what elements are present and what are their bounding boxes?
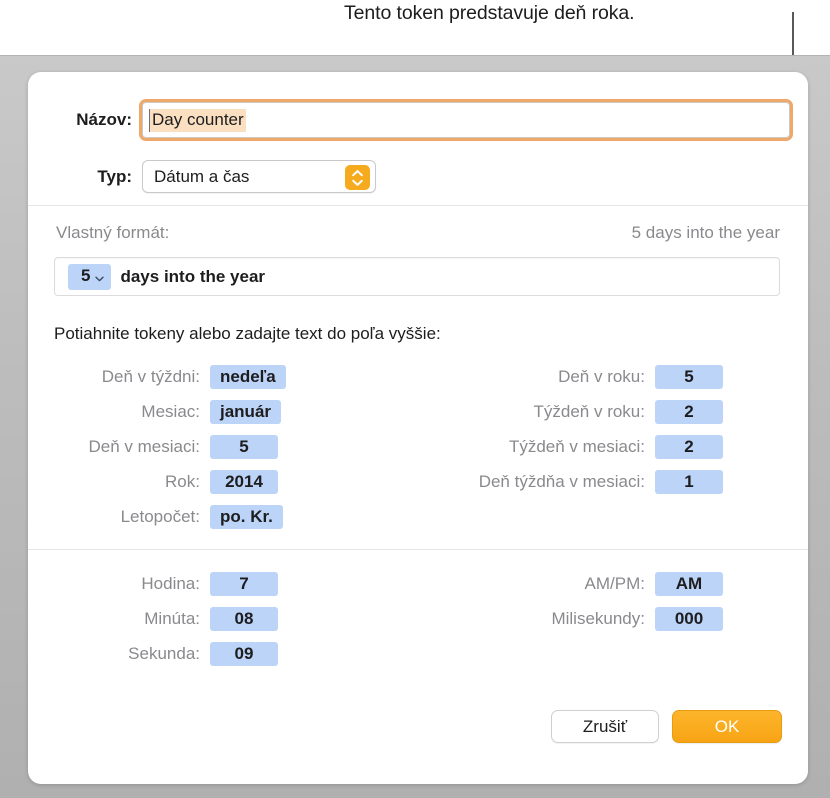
name-input[interactable]: Day counter xyxy=(142,102,790,138)
type-popup-button[interactable]: Dátum a čas xyxy=(142,160,376,193)
token-row-milliseconds: Milisekundy: 000 xyxy=(180,606,723,632)
token-row-week-of-month: Týždeň v mesiaci: 2 xyxy=(180,434,723,460)
token-row-am-pm: AM/PM: AM xyxy=(180,571,723,597)
custom-format-header: Vlastný formát: 5 days into the year xyxy=(56,223,780,243)
token-label-week-of-year: Týždeň v roku: xyxy=(533,402,646,421)
up-down-chevron-icon[interactable] xyxy=(345,165,370,190)
token-label-week-of-month: Týždeň v mesiaci: xyxy=(508,437,645,456)
type-field-row: Typ: Dátum a čas xyxy=(28,160,808,193)
cancel-button[interactable]: Zrušiť xyxy=(551,710,659,743)
separator-bottom xyxy=(28,549,808,550)
token-row-weekday-of-month: Deň týždňa v mesiaci: 1 xyxy=(180,469,723,495)
name-input-value: Day counter xyxy=(149,108,246,132)
drag-tokens-hint: Potiahnite tokeny alebo zadajte text do … xyxy=(54,324,441,343)
token-chip-era[interactable]: po. Kr. xyxy=(210,505,283,529)
token-row-second: Sekunda: 09 xyxy=(28,641,278,667)
callout-annotation-text: Tento token predstavuje deň roka. xyxy=(344,2,635,24)
custom-format-dialog: Názov: Day counter Typ: Dátum a čas Vlas… xyxy=(28,72,808,784)
custom-format-preview: 5 days into the year xyxy=(631,223,780,242)
screenshot-root: Tento token predstavuje deň roka. Názov:… xyxy=(0,0,830,798)
token-chip-milliseconds[interactable]: 000 xyxy=(655,607,723,631)
token-chip-week-of-month[interactable]: 2 xyxy=(655,435,723,459)
token-label-am-pm: AM/PM: xyxy=(584,574,645,593)
format-static-text: days into the year xyxy=(120,266,266,286)
token-row-day-of-year: Deň v roku: 5 xyxy=(180,364,723,390)
token-label-weekday-of-month: Deň týždňa v mesiaci: xyxy=(478,472,645,491)
token-label-day-of-year: Deň v roku: xyxy=(558,367,645,386)
name-field-row: Názov: Day counter xyxy=(28,99,808,141)
format-token-value: 5 xyxy=(81,266,91,285)
token-chip-day-of-year[interactable]: 5 xyxy=(655,365,723,389)
separator-top xyxy=(28,205,808,206)
dialog-footer: Zrušiť OK xyxy=(551,710,782,743)
token-label-second: Sekunda: xyxy=(128,644,200,663)
type-popup-value: Dátum a čas xyxy=(154,166,250,186)
type-field-label: Typ: xyxy=(97,166,132,186)
token-row-week-of-year: Týždeň v roku: 2 xyxy=(180,399,723,425)
token-label-era: Letopočet: xyxy=(120,507,200,526)
name-input-wrapper[interactable]: Day counter xyxy=(139,99,793,141)
token-chip-second[interactable]: 09 xyxy=(210,642,278,666)
token-chip-week-of-year[interactable]: 2 xyxy=(655,400,723,424)
token-label-milliseconds: Milisekundy: xyxy=(551,609,645,628)
ok-button[interactable]: OK xyxy=(672,710,782,743)
chevron-down-icon[interactable] xyxy=(95,267,105,287)
token-chip-weekday-of-month[interactable]: 1 xyxy=(655,470,723,494)
format-token-day-of-year[interactable]: 5 xyxy=(68,263,112,290)
name-field-label: Názov: xyxy=(76,110,132,129)
custom-format-label: Vlastný formát: xyxy=(56,223,170,242)
custom-format-input[interactable]: 5 days into the year xyxy=(54,257,780,296)
token-chip-am-pm[interactable]: AM xyxy=(655,572,723,596)
token-row-era: Letopočet: po. Kr. xyxy=(28,504,283,530)
